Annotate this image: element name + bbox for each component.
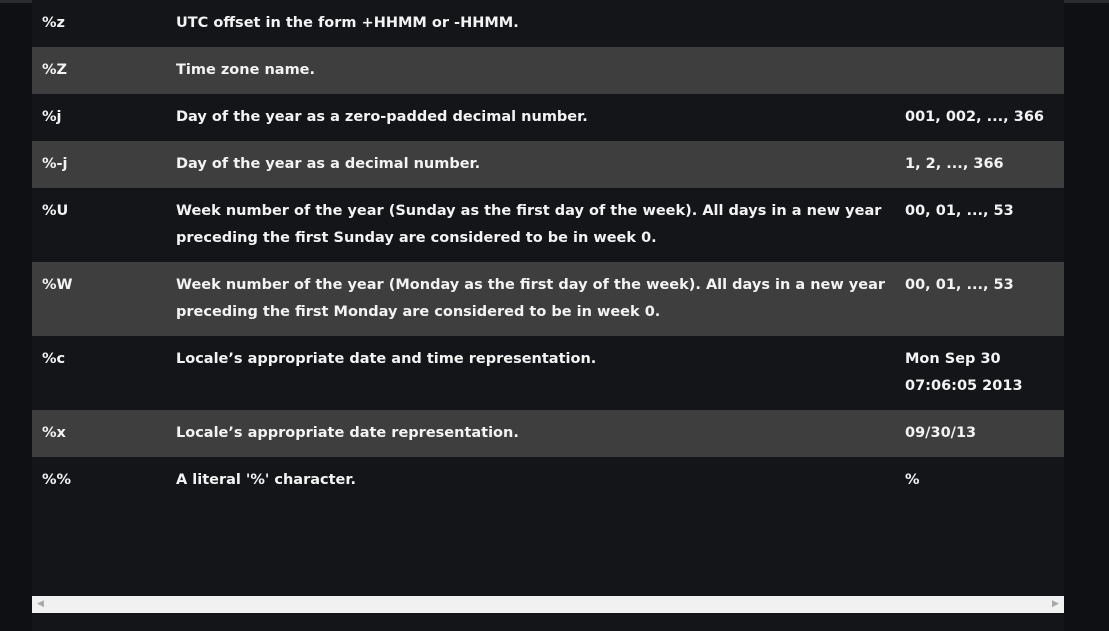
example-cell: Mon Sep 30 07:06:05 2013 (905, 351, 1023, 394)
format-code-cell: %-j (42, 156, 68, 172)
description-cell: Day of the year as a decimal number. (176, 156, 481, 172)
format-code-cell: %W (42, 277, 73, 293)
table-row: %Z Time zone name. (32, 47, 1064, 94)
description-cell: Day of the year as a zero-padded decimal… (176, 109, 588, 125)
example-cell (905, 0, 1064, 47)
horizontal-scrollbar[interactable]: ◀ ▶ (32, 596, 1064, 613)
table-row: %x Locale’s appropriate date representat… (32, 410, 1064, 457)
content-panel: %z UTC offset in the form +HHMM or -HHMM… (32, 0, 1064, 631)
description-cell: Time zone name. (176, 62, 316, 78)
format-code-cell: %Z (42, 62, 68, 78)
format-code-cell: %U (42, 203, 69, 219)
format-code-cell: %% (42, 472, 72, 488)
format-code-cell: %c (42, 351, 66, 367)
page: %z UTC offset in the form +HHMM or -HHMM… (0, 0, 1109, 631)
example-cell: 00, 01, ..., 53 (905, 203, 1014, 219)
description-cell: Week number of the year (Sunday as the f… (176, 203, 882, 246)
description-cell: Locale’s appropriate date and time repre… (176, 351, 597, 367)
table-container[interactable]: %z UTC offset in the form +HHMM or -HHMM… (32, 0, 1064, 596)
table-row: %c Locale’s appropriate date and time re… (32, 336, 1064, 410)
table-row: %W Week number of the year (Monday as th… (32, 262, 1064, 336)
example-cell: 001, 002, ..., 366 (905, 109, 1044, 125)
example-cell: 09/30/13 (905, 425, 977, 441)
description-cell: A literal '%' character. (176, 472, 356, 488)
description-cell: Locale’s appropriate date representation… (176, 425, 519, 441)
description-cell: UTC offset in the form +HHMM or -HHMM. (176, 15, 519, 31)
right-arrow-icon[interactable]: ▶ (1047, 596, 1064, 613)
format-code-cell: %j (42, 109, 62, 125)
format-code-cell: %x (42, 425, 66, 441)
datetime-format-table: %z UTC offset in the form +HHMM or -HHMM… (32, 0, 1064, 504)
table-row: %% A literal '%' character. % (32, 457, 1064, 504)
example-cell: 1, 2, ..., 366 (905, 156, 1004, 172)
example-cell: % (905, 472, 920, 488)
description-cell: Week number of the year (Monday as the f… (176, 277, 886, 320)
example-cell: 00, 01, ..., 53 (905, 277, 1014, 293)
table-row: %j Day of the year as a zero-padded deci… (32, 94, 1064, 141)
left-arrow-icon[interactable]: ◀ (32, 596, 49, 613)
table-row: %z UTC offset in the form +HHMM or -HHMM… (32, 0, 1064, 47)
example-cell (905, 47, 1064, 94)
format-code-cell: %z (42, 15, 65, 31)
table-row: %-j Day of the year as a decimal number.… (32, 141, 1064, 188)
table-row: %U Week number of the year (Sunday as th… (32, 188, 1064, 262)
